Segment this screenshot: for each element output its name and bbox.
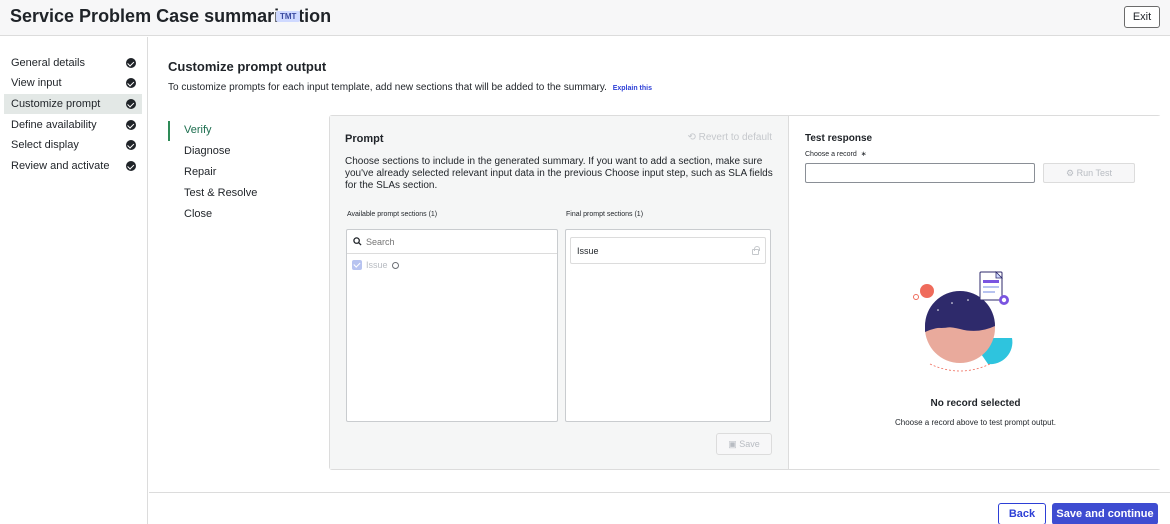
final-section-item[interactable]: Issue xyxy=(570,237,766,264)
tmt-badge: TMT xyxy=(276,11,301,22)
revert-label: Revert to default xyxy=(698,132,772,143)
final-sections-list: Issue xyxy=(565,229,771,422)
save-button[interactable]: ▣ Save xyxy=(716,433,772,455)
final-sections-label: Final prompt sections (1) xyxy=(566,211,644,218)
choose-record-label: Choose a record ∗ xyxy=(805,150,867,158)
nav-item-label: General details xyxy=(11,57,85,69)
test-response-title: Test response xyxy=(805,133,873,144)
nav-item-label: Review and activate xyxy=(11,160,110,172)
search-row xyxy=(347,230,557,254)
choose-record-text: Choose a record xyxy=(805,151,857,158)
record-input[interactable] xyxy=(805,163,1035,183)
prompt-title: Prompt xyxy=(345,133,384,145)
step-repair[interactable]: Repair xyxy=(184,166,216,178)
nav-item-label: View input xyxy=(11,77,62,89)
nav-item-define-availability[interactable]: Define availability xyxy=(4,115,142,135)
exit-button[interactable]: Exit xyxy=(1124,6,1160,28)
save-icon: ▣ xyxy=(728,438,737,449)
explain-this-link[interactable]: Explain this xyxy=(613,85,652,92)
available-section-item[interactable]: Issue xyxy=(352,260,399,270)
available-sections-list: Issue xyxy=(346,229,558,422)
main-content: Customize prompt output To customize pro… xyxy=(149,37,1170,492)
nav-item-label: Customize prompt xyxy=(11,98,101,110)
wizard-nav: General details View input Customize pro… xyxy=(0,37,148,524)
empty-state-title: No record selected xyxy=(930,398,1021,409)
checkmark-icon xyxy=(126,78,136,88)
step-verify[interactable]: Verify xyxy=(184,124,212,136)
empty-state-illustration xyxy=(913,271,1013,372)
step-close[interactable]: Close xyxy=(184,208,212,220)
nav-item-review-and-activate[interactable]: Review and activate xyxy=(4,156,142,176)
checkbox-checked-icon[interactable] xyxy=(352,260,362,270)
run-test-label: Run Test xyxy=(1076,167,1112,178)
available-section-label: Issue xyxy=(366,260,388,270)
footer-bar: Back Save and continue xyxy=(149,492,1170,524)
save-label: Save xyxy=(739,438,760,449)
page-description: To customize prompts for each input temp… xyxy=(168,82,652,93)
nav-item-general-details[interactable]: General details xyxy=(4,53,142,73)
checkmark-icon xyxy=(126,120,136,130)
revert-icon: ⟲ xyxy=(687,132,696,143)
run-test-button[interactable]: ⚙ Run Test xyxy=(1043,163,1135,183)
test-response-section: Test response Choose a record ∗ ⚙ Run Te… xyxy=(790,116,1161,469)
save-and-continue-button[interactable]: Save and continue xyxy=(1052,503,1158,524)
nav-item-customize-prompt[interactable]: Customize prompt xyxy=(4,94,142,114)
page-title: Customize prompt output xyxy=(168,59,327,74)
empty-state-description: Choose a record above to test prompt out… xyxy=(895,418,1056,427)
nav-item-label: Select display xyxy=(11,139,79,151)
available-sections-label: Available prompt sections (1) xyxy=(347,211,438,218)
nav-item-label: Define availability xyxy=(11,119,97,131)
search-input[interactable] xyxy=(366,236,546,247)
step-list: Verify Diagnose Repair Test & Resolve Cl… xyxy=(168,121,318,231)
step-test-resolve[interactable]: Test & Resolve xyxy=(184,187,257,199)
step-diagnose[interactable]: Diagnose xyxy=(184,145,230,157)
header-bar: Service Problem Case summarization TMT E… xyxy=(0,0,1170,36)
active-step-indicator xyxy=(168,121,170,141)
revert-to-default-button[interactable]: ⟲ Revert to default xyxy=(687,132,772,143)
checkmark-icon xyxy=(126,99,136,109)
prompt-description: Choose sections to include in the genera… xyxy=(345,156,773,191)
back-button[interactable]: Back xyxy=(998,503,1046,524)
nav-item-select-display[interactable]: Select display xyxy=(4,135,142,155)
checkmark-icon xyxy=(126,140,136,150)
lock-icon xyxy=(752,246,760,255)
search-icon xyxy=(353,237,362,246)
required-asterisk: ∗ xyxy=(860,151,867,158)
checkmark-icon xyxy=(126,58,136,68)
prompt-panel: Prompt ⟲ Revert to default Choose sectio… xyxy=(329,115,1161,470)
page-description-text: To customize prompts for each input temp… xyxy=(168,82,607,93)
nav-item-view-input[interactable]: View input xyxy=(4,73,142,93)
prompt-section: Prompt ⟲ Revert to default Choose sectio… xyxy=(330,116,789,469)
gear-icon: ⚙ xyxy=(1066,167,1075,178)
checkmark-icon xyxy=(126,161,136,171)
info-icon[interactable] xyxy=(391,261,399,269)
final-section-label: Issue xyxy=(577,245,599,256)
